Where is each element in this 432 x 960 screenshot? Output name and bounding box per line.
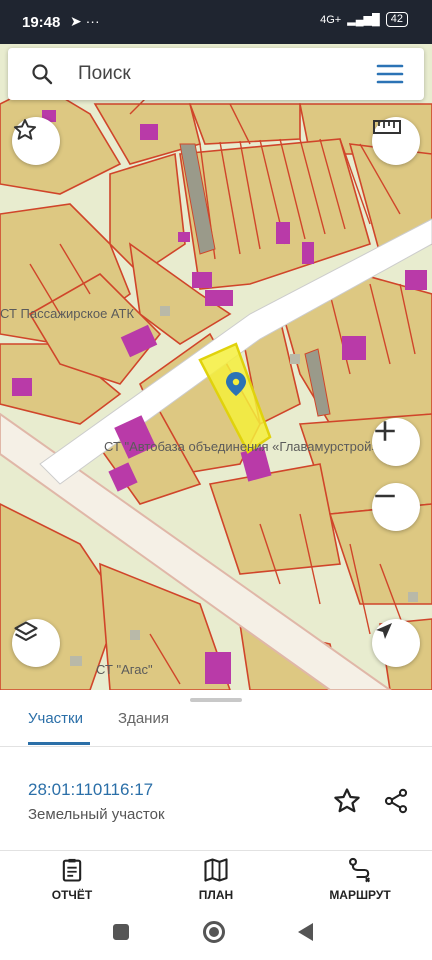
route-label: МАРШРУТ <box>329 888 391 902</box>
sheet-divider <box>0 850 432 851</box>
status-time: 19:48 <box>22 14 61 31</box>
tab-buildings[interactable]: Здания <box>118 710 169 727</box>
plan-label: ПЛАН <box>198 888 234 902</box>
battery-icon: 42 <box>385 12 408 27</box>
home-icon[interactable] <box>203 921 225 943</box>
report-label: ОТЧЁТ <box>51 888 93 902</box>
report-icon <box>62 858 82 882</box>
layers-icon <box>14 621 38 642</box>
ruler-button[interactable] <box>372 117 420 165</box>
favorite-map-button[interactable] <box>12 117 60 165</box>
zoom-out-button[interactable] <box>372 483 420 531</box>
status-bar: 19:48 ➤ ··· 4G+ ▂▄▆█ 42 <box>0 0 432 44</box>
map-label-passenger: СТ Пассажирское АТК <box>0 306 135 321</box>
status-indicators: 4G+ ▂▄▆█ 42 <box>320 12 408 27</box>
star-icon[interactable] <box>332 786 362 816</box>
map-canvas[interactable] <box>0 44 432 690</box>
ruler-icon <box>373 120 401 134</box>
active-tab-indicator <box>28 742 90 745</box>
locate-button[interactable] <box>372 619 420 667</box>
zoom-in-button[interactable] <box>372 418 420 466</box>
layers-button[interactable] <box>12 619 60 667</box>
report-button[interactable]: ОТЧЁТ <box>22 856 122 902</box>
share-icon[interactable] <box>382 786 410 816</box>
route-button[interactable]: МАРШРУТ <box>310 856 410 902</box>
search-bar[interactable]: Поиск <box>8 48 424 100</box>
network-label: 4G+ <box>320 13 342 26</box>
plan-button[interactable]: ПЛАН <box>166 856 266 902</box>
signal-icon: ▂▄▆█ <box>347 14 380 26</box>
map-label-autobase: СТ "Автобаза объединения «Главамурстрой»… <box>104 439 384 454</box>
tab-parcels[interactable]: Участки <box>28 710 83 727</box>
zoom-in-icon <box>375 421 395 441</box>
star-icon <box>13 119 37 140</box>
tabs-divider <box>0 746 432 747</box>
map-icon <box>204 858 228 882</box>
back-icon[interactable] <box>298 923 313 941</box>
sheet-grabber[interactable] <box>190 698 242 702</box>
search-icon[interactable] <box>30 62 54 86</box>
menu-icon[interactable] <box>376 62 404 86</box>
locate-icon <box>376 623 392 639</box>
notification-icons: ➤ ··· <box>70 13 100 29</box>
system-nav-bar <box>0 904 432 960</box>
cadastral-map[interactable]: СТ Пассажирское АТК СТ "Автобаза объедин… <box>0 44 432 690</box>
zoom-out-icon <box>375 494 395 498</box>
map-label-agas: СТ "Агас" <box>96 662 153 677</box>
recent-apps-icon[interactable] <box>113 924 129 940</box>
parcel-type: Земельный участок <box>28 806 165 823</box>
route-icon <box>349 857 371 883</box>
search-input[interactable]: Поиск <box>78 63 131 85</box>
parcel-cadastral-number[interactable]: 28:01:110116:17 <box>28 780 153 800</box>
